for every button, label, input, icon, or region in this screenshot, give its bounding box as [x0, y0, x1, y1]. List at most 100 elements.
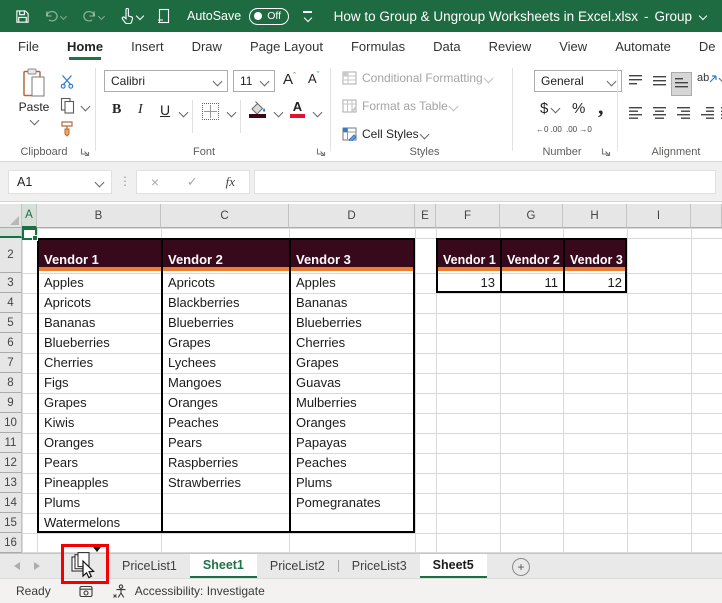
row-header-5[interactable]: 5	[0, 313, 22, 333]
row-header-10[interactable]: 10	[0, 413, 22, 433]
fill-color-icon[interactable]	[248, 101, 267, 118]
italic-button[interactable]: I	[138, 102, 143, 118]
ribbon-tab-insert[interactable]: Insert	[131, 32, 164, 62]
cell[interactable]: Grapes	[44, 393, 160, 413]
cell[interactable]: Bananas	[44, 313, 160, 333]
sheet-nav-left-icon[interactable]	[14, 562, 20, 570]
row-header-7[interactable]: 7	[0, 353, 22, 373]
cell[interactable]: Bananas	[296, 293, 414, 313]
copy-dropdown-icon[interactable]	[80, 101, 91, 112]
column-header-E[interactable]: E	[415, 204, 436, 228]
cut-icon[interactable]	[60, 74, 74, 89]
cell-styles-button[interactable]: Cell Styles	[342, 127, 430, 141]
fill-color-dropdown-icon[interactable]	[273, 107, 284, 118]
cell[interactable]: 12	[565, 273, 622, 293]
cell[interactable]: Plums	[44, 493, 160, 513]
cell[interactable]: Oranges	[296, 413, 414, 433]
align-bottom-button[interactable]	[671, 72, 692, 96]
ribbon-tab-file[interactable]: File	[18, 32, 39, 62]
increase-decimal-button[interactable]: ←0 .00	[536, 126, 562, 134]
row-header-11[interactable]: 11	[0, 433, 22, 453]
currency-button[interactable]: $	[540, 100, 561, 117]
percent-button[interactable]: %	[572, 100, 585, 117]
cell[interactable]: Pears	[44, 453, 160, 473]
row-header-15[interactable]: 15	[0, 513, 22, 533]
borders-dropdown-icon[interactable]	[226, 107, 237, 118]
fill-handle[interactable]	[32, 235, 38, 241]
column-header-D[interactable]: D	[289, 204, 415, 228]
column-header-I[interactable]: I	[627, 204, 691, 228]
cell[interactable]: Peaches	[296, 453, 414, 473]
vendor-table-right-header-cell[interactable]: Vendor 2	[507, 240, 562, 271]
sheet-nav-right-icon[interactable]	[34, 562, 40, 570]
cell[interactable]: Mulberries	[296, 393, 414, 413]
cell[interactable]: Strawberries	[168, 473, 288, 493]
column-header-partial[interactable]	[691, 204, 722, 228]
format-painter-icon[interactable]	[59, 120, 75, 137]
vendor-table-left-header-cell[interactable]: Vendor 3	[296, 240, 414, 271]
quick-print-icon[interactable]	[157, 8, 171, 24]
row-header-8[interactable]: 8	[0, 373, 22, 393]
undo-dropdown-icon[interactable]	[59, 12, 68, 20]
macro-record-icon[interactable]	[79, 585, 94, 598]
enter-icon[interactable]: ✓	[187, 174, 198, 190]
cell[interactable]: Blueberries	[44, 333, 160, 353]
title-chevron-icon[interactable]	[698, 11, 708, 21]
touch-mode-icon[interactable]	[120, 8, 134, 24]
save-icon[interactable]	[15, 9, 30, 24]
column-header-G[interactable]: G	[500, 204, 563, 228]
cell[interactable]: Papayas	[296, 433, 414, 453]
spreadsheet-grid[interactable]: A B C D E F G H I 2 3 4 5 6 7 8 9 10 11 12 13 14 15 16 Vendor 1V…	[0, 204, 722, 553]
cell[interactable]: Watermelons	[44, 513, 160, 533]
font-size-combo[interactable]: 11	[233, 70, 275, 92]
active-cell-a1[interactable]	[22, 228, 38, 241]
cell[interactable]: Cherries	[44, 353, 160, 373]
cell[interactable]: Kiwis	[44, 413, 160, 433]
row-header-6[interactable]: 6	[0, 333, 22, 353]
ribbon-tab-draw[interactable]: Draw	[192, 32, 222, 62]
cell[interactable]: Guavas	[296, 373, 414, 393]
cell[interactable]: Blueberries	[168, 313, 288, 333]
format-as-table-button[interactable]: Format as Table	[342, 99, 459, 113]
vendor-table-left-header-cell[interactable]: Vendor 2	[168, 240, 288, 271]
align-middle-button[interactable]	[650, 72, 669, 94]
cell[interactable]: Peaches	[168, 413, 288, 433]
redo-dropdown-icon[interactable]	[97, 12, 106, 20]
row-header-16[interactable]: 16	[0, 533, 22, 553]
row-header-2[interactable]: 2	[0, 238, 22, 273]
cell[interactable]: Oranges	[44, 433, 160, 453]
row-header-14[interactable]: 14	[0, 493, 22, 513]
ribbon-tab-formulas[interactable]: Formulas	[351, 32, 405, 62]
toolbar-overflow-icon[interactable]	[303, 11, 313, 22]
cell[interactable]: 13	[438, 273, 495, 293]
accessibility-icon[interactable]	[112, 583, 128, 599]
cell[interactable]: Cherries	[296, 333, 414, 353]
touch-mode-dropdown-icon[interactable]	[135, 11, 145, 21]
row-header-3[interactable]: 3	[0, 273, 22, 293]
ribbon-tab-automate[interactable]: Automate	[615, 32, 671, 62]
cell[interactable]: Apricots	[168, 273, 288, 293]
ribbon-tab-view[interactable]: View	[559, 32, 587, 62]
formula-bar-splitter[interactable]: ⋮	[119, 174, 131, 188]
align-left-button[interactable]	[626, 104, 645, 126]
number-dialog-launcher-icon[interactable]	[601, 147, 611, 157]
sheet-tab-pricelist3[interactable]: PriceList3	[339, 554, 420, 578]
paste-button[interactable]: Paste	[10, 68, 58, 140]
cell[interactable]: Mangoes	[168, 373, 288, 393]
sheet-tab-pricelist1[interactable]: PriceList1	[109, 554, 190, 578]
decrease-indent-button[interactable]	[698, 104, 717, 126]
row-header-9[interactable]: 9	[0, 393, 22, 413]
font-color-dropdown-icon[interactable]	[312, 107, 323, 118]
cell[interactable]: Pineapples	[44, 473, 160, 493]
cell[interactable]: Figs	[44, 373, 160, 393]
row-header-1[interactable]	[0, 228, 22, 238]
cell[interactable]: 11	[502, 273, 559, 293]
cell[interactable]: Plums	[296, 473, 414, 493]
cell[interactable]: Grapes	[296, 353, 414, 373]
select-all-corner[interactable]	[0, 204, 22, 228]
redo-icon[interactable]	[82, 9, 97, 23]
font-dialog-launcher-icon[interactable]	[316, 147, 326, 157]
formula-input[interactable]	[254, 170, 716, 194]
comma-style-button[interactable]: ,	[598, 94, 604, 120]
cell[interactable]: Apricots	[44, 293, 160, 313]
